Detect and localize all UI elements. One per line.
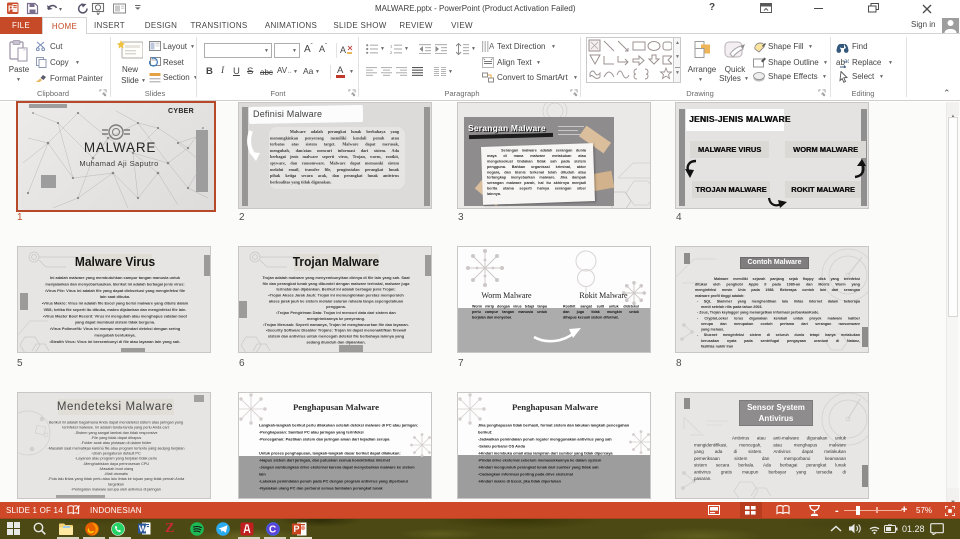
svg-text:W: W (139, 524, 148, 534)
svg-text:▾: ▾ (59, 7, 62, 13)
svg-text:A: A (340, 45, 346, 55)
svg-text:1: 1 (390, 44, 393, 48)
svg-text:A: A (489, 42, 494, 51)
svg-text:C: C (269, 525, 276, 536)
svg-text:ac: ac (844, 59, 849, 65)
svg-text:P: P (294, 524, 300, 534)
svg-text:2: 2 (390, 50, 393, 54)
svg-text:P: P (8, 5, 14, 14)
